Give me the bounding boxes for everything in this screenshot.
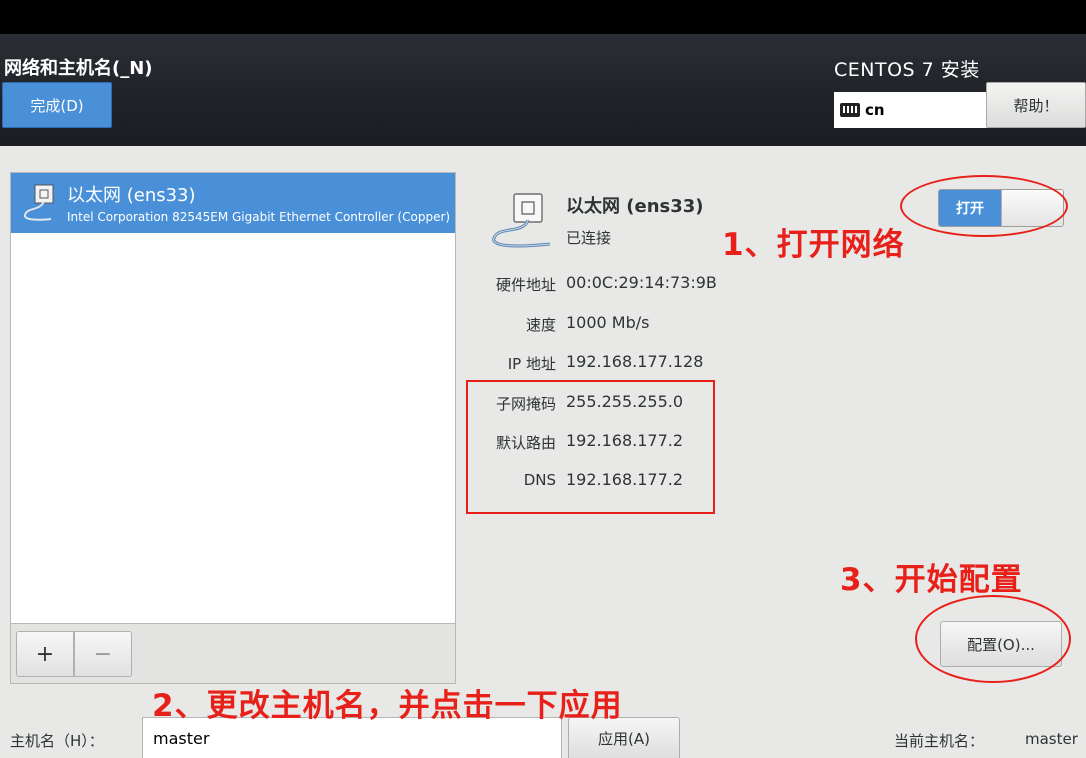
property-value-speed: 1000 Mb/s (566, 313, 650, 332)
property-value-dns: 192.168.177.2 (566, 470, 684, 489)
detail-device-name: 以太网 (ens33) (566, 196, 704, 217)
product-title: CENTOS 7 安装 (834, 59, 980, 81)
device-description: Intel Corporation 82545EM Gigabit Ethern… (67, 210, 451, 224)
hostname-label: 主机名（H）： (10, 732, 104, 750)
current-hostname-label: 当前主机名： (894, 732, 985, 750)
property-value-hardware-address: 00:0C:29:14:73:9B (566, 273, 717, 292)
spoke-title: 网络和主机名(_N) (4, 58, 153, 79)
ethernet-icon (23, 184, 54, 221)
current-hostname-value: master (1025, 730, 1078, 748)
switch-knob (1001, 190, 1063, 226)
annotation-step2: 2、更改主机名，并点击一下应用 (152, 688, 623, 724)
remove-device-button[interactable]: − (74, 631, 132, 677)
help-button[interactable]: 帮助！ (986, 82, 1086, 128)
connection-status: 已连接 (566, 229, 612, 247)
device-name: 以太网 (ens33) (67, 185, 196, 206)
network-device-list: 以太网 (ens33) Intel Corporation 82545EM Gi… (10, 172, 456, 624)
annotation-step1: 1、打开网络 (722, 227, 905, 263)
annotation-step3: 3、开始配置 (840, 562, 1023, 598)
property-label-subnet-mask: 子网掩码 (495, 395, 556, 413)
keyboard-icon (840, 103, 860, 117)
property-value-default-route: 192.168.177.2 (566, 431, 684, 450)
done-button[interactable]: 完成(D) (2, 82, 112, 128)
property-label-ip-address: IP 地址 (507, 355, 556, 373)
property-label-default-route: 默认路由 (495, 434, 556, 452)
property-value-ip-address: 192.168.177.128 (566, 352, 704, 371)
property-label-dns: DNS (523, 471, 556, 489)
device-list-toolbar: + − (10, 624, 456, 684)
switch-on-label: 打开 (939, 190, 1001, 226)
device-list-item-ens33[interactable]: 以太网 (ens33) Intel Corporation 82545EM Gi… (11, 173, 455, 233)
add-device-button[interactable]: + (16, 631, 74, 677)
header-bar (0, 34, 1086, 146)
configure-button[interactable]: 配置(O)... (940, 621, 1062, 667)
property-label-hardware-address: 硬件地址 (495, 276, 556, 294)
top-black-band (0, 0, 1086, 34)
property-value-subnet-mask: 255.255.255.0 (566, 392, 684, 411)
network-on-off-switch[interactable]: 打开 (938, 189, 1064, 227)
property-label-speed: 速度 (525, 316, 556, 334)
keyboard-layout-label: cn (865, 101, 885, 119)
keyboard-layout-indicator[interactable]: cn (834, 92, 988, 128)
ethernet-icon (492, 193, 551, 248)
